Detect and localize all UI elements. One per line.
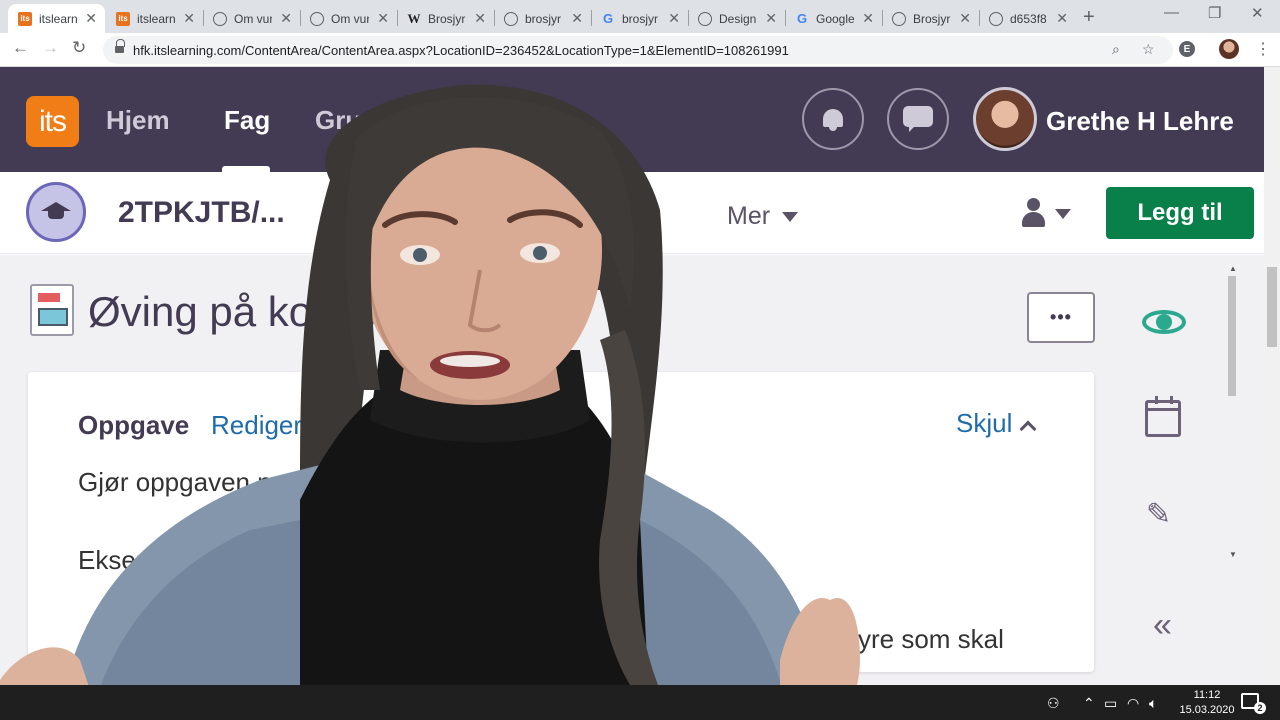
browser-tab[interactable]: Brosjyr ✕ xyxy=(882,4,979,33)
clock-date: 15.03.2020 xyxy=(1179,704,1235,716)
browser-tab[interactable]: its itslearni ✕ xyxy=(8,4,105,33)
calendar-ring xyxy=(1170,396,1173,404)
user-avatar[interactable] xyxy=(973,87,1037,151)
ruler-pencil-icon[interactable]: ✎ xyxy=(1146,497,1171,532)
url-text: hfk.itslearning.com/ContentArea/ContentA… xyxy=(133,43,789,58)
people-icon[interactable]: ⚇ xyxy=(1047,695,1060,712)
wifi-icon[interactable]: ◠ xyxy=(1127,695,1139,712)
tab-title: Brosjyr xyxy=(913,11,951,26)
globe-icon xyxy=(213,11,227,26)
add-button[interactable]: Legg til xyxy=(1106,187,1254,239)
scrollbar-thumb[interactable] xyxy=(1228,276,1236,396)
browser-tab[interactable]: Om vur ✕ xyxy=(300,4,397,33)
hide-link[interactable]: Skjul xyxy=(956,408,1012,439)
bookmark-star-icon[interactable]: ☆ xyxy=(1142,41,1155,58)
content-scrollbar[interactable]: ▲ ▼ xyxy=(1226,264,1238,650)
forward-arrow-icon[interactable]: → xyxy=(42,38,59,58)
browser-tab[interactable]: Om vur ✕ xyxy=(203,4,300,33)
calendar-ring xyxy=(1155,396,1158,404)
google-icon: G xyxy=(796,11,808,26)
notification-count-badge: 2 xyxy=(1254,702,1266,714)
globe-icon xyxy=(698,11,712,26)
close-icon[interactable]: ✕ xyxy=(765,10,777,27)
windows-taskbar: ⚇ ⌃ ▭ ◠ 🔈︎ 11:12 15.03.2020 2 xyxy=(0,685,1280,720)
restore-icon[interactable]: ❐ xyxy=(1208,4,1221,22)
browser-tab[interactable]: brosjyr ✕ xyxy=(494,4,591,33)
close-icon[interactable]: ✕ xyxy=(183,10,195,27)
browser-tab[interactable]: G Google ✕ xyxy=(785,4,882,33)
clock-time: 11:12 xyxy=(1193,689,1221,701)
tab-title: brosjyr xyxy=(622,11,659,26)
chevron-up-icon[interactable]: ⌃ xyxy=(1083,695,1095,712)
user-name[interactable]: Grethe H Lehre xyxy=(1046,106,1234,137)
window-close-icon[interactable]: ✕ xyxy=(1251,4,1264,22)
speaker-icon[interactable]: 🔈︎ xyxy=(1149,695,1157,712)
chat-bubble-icon xyxy=(903,106,933,132)
more-options-button[interactable]: ••• xyxy=(1027,292,1095,343)
scroll-up-arrow-icon[interactable]: ▲ xyxy=(1229,264,1237,273)
browser-tab[interactable]: W Brosjyr ✕ xyxy=(397,4,494,33)
page-scrollbar[interactable] xyxy=(1264,67,1280,685)
minimize-icon[interactable]: — xyxy=(1164,4,1179,21)
tab-title: Google xyxy=(816,11,854,26)
extension-icon[interactable]: E xyxy=(1179,41,1195,57)
globe-icon xyxy=(892,11,906,26)
close-icon[interactable]: ✕ xyxy=(474,10,486,27)
scrollbar-thumb[interactable] xyxy=(1267,267,1277,347)
battery-icon[interactable]: ▭ xyxy=(1104,695,1117,712)
eye-icon[interactable] xyxy=(1140,302,1188,342)
eye-pupil xyxy=(1156,314,1172,330)
calendar-icon[interactable] xyxy=(1145,396,1181,437)
tab-title: Om vur xyxy=(331,11,369,26)
tab-title: Brosjyr xyxy=(428,11,466,26)
close-icon[interactable]: ✕ xyxy=(280,10,292,27)
browser-tab[interactable]: G brosjyr ✕ xyxy=(591,4,688,33)
browser-menu-icon[interactable]: ⋮ xyxy=(1255,39,1271,59)
wikipedia-icon: W xyxy=(407,10,421,26)
browser-tab[interactable]: d653f8 ✕ xyxy=(979,4,1076,33)
globe-icon xyxy=(504,11,518,26)
messages-button[interactable] xyxy=(887,88,949,150)
new-tab-plus-icon[interactable]: + xyxy=(1083,6,1095,29)
browser-tab[interactable]: Design ✕ xyxy=(688,4,785,33)
globe-icon xyxy=(989,11,1003,26)
reload-icon[interactable]: ↻ xyxy=(72,38,86,58)
close-icon[interactable]: ✕ xyxy=(862,10,874,27)
scroll-down-arrow-icon[interactable]: ▼ xyxy=(1229,550,1237,559)
zoom-icon[interactable]: ⌕ xyxy=(1112,41,1120,58)
browser-tab-strip: its itslearni ✕ its itslearni ✕ Om vur ✕… xyxy=(0,0,1280,33)
system-clock[interactable]: 11:12 15.03.2020 xyxy=(1172,688,1242,718)
tab-title: itslearni xyxy=(137,11,175,26)
person-icon[interactable] xyxy=(1021,198,1047,228)
google-icon: G xyxy=(602,11,614,26)
close-icon[interactable]: ✕ xyxy=(668,10,680,27)
back-arrow-icon[interactable]: ← xyxy=(12,38,29,58)
close-icon[interactable]: ✕ xyxy=(571,10,583,27)
close-icon[interactable]: ✕ xyxy=(959,10,971,27)
tab-title: itslearni xyxy=(39,11,77,26)
globe-icon xyxy=(310,11,324,26)
presenter-video-overlay xyxy=(0,84,860,720)
close-icon[interactable]: ✕ xyxy=(377,10,389,27)
close-icon[interactable]: ✕ xyxy=(85,10,97,27)
its-icon: its xyxy=(116,11,130,26)
chevron-down-icon[interactable] xyxy=(1055,209,1071,219)
its-icon: its xyxy=(18,11,32,26)
close-icon[interactable]: ✕ xyxy=(1056,10,1068,27)
tab-title: Om vur xyxy=(234,11,272,26)
tab-title: brosjyr xyxy=(525,11,562,26)
collapse-double-chevron-icon[interactable]: « xyxy=(1153,606,1172,645)
tab-title: Design xyxy=(719,11,757,26)
lock-icon xyxy=(115,39,125,54)
browser-tab[interactable]: its itslearni ✕ xyxy=(106,4,203,33)
tab-title: d653f8 xyxy=(1010,11,1047,26)
browser-profile-avatar[interactable] xyxy=(1219,39,1239,59)
